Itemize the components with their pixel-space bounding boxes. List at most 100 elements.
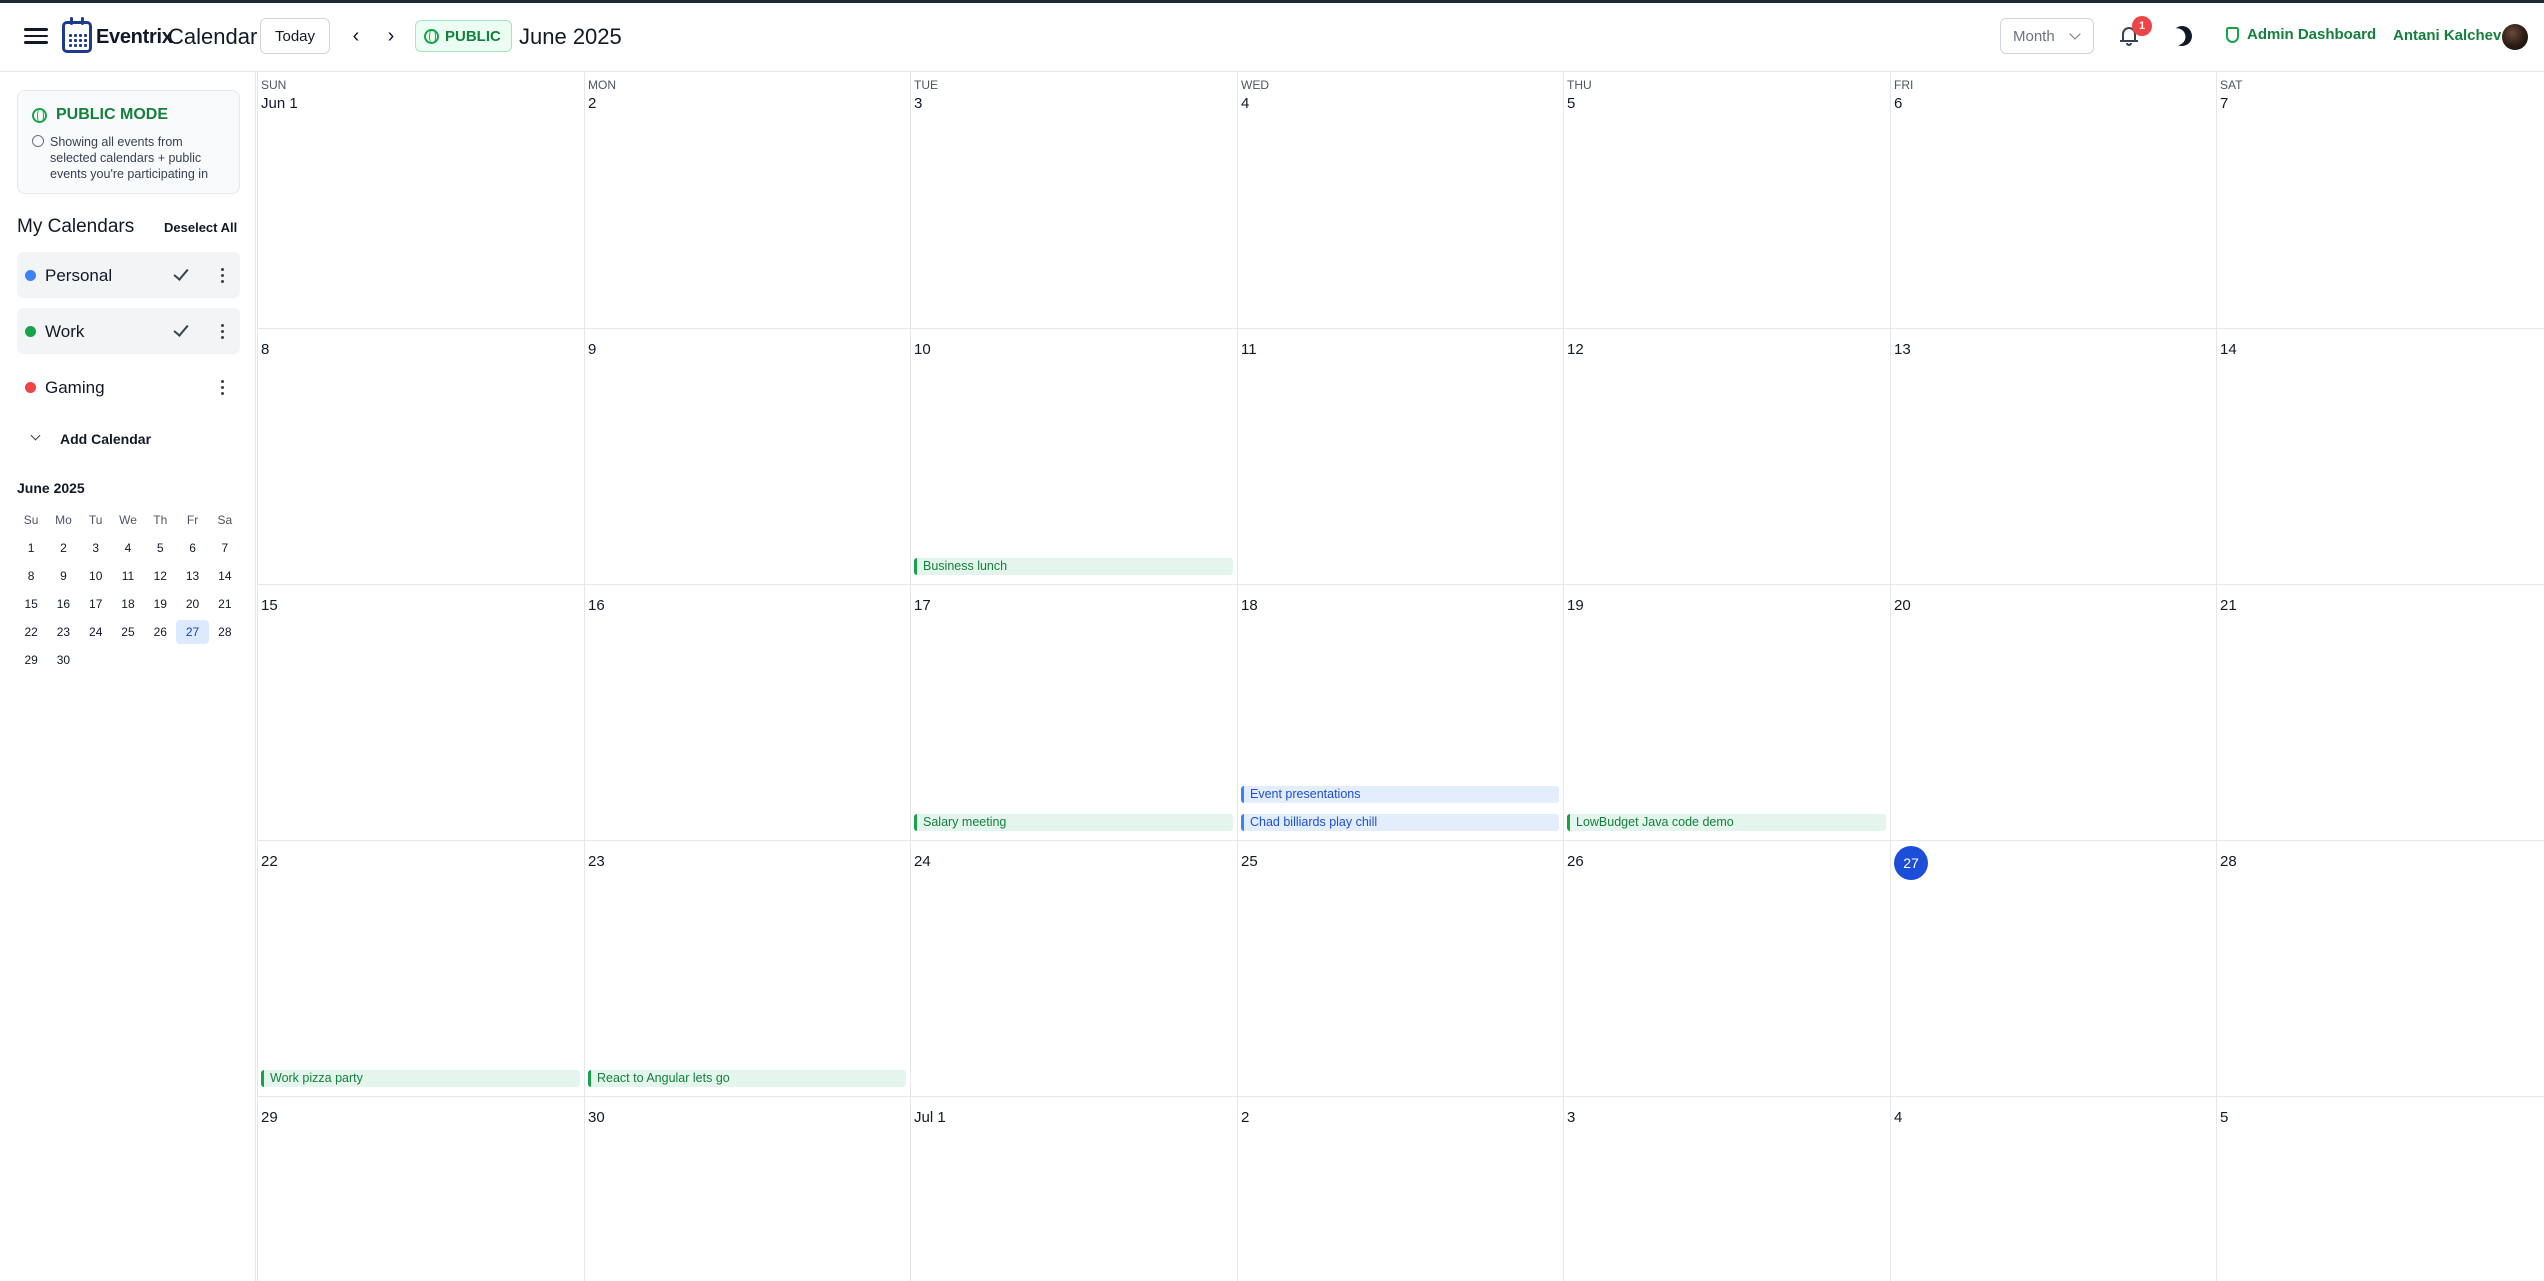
admin-dashboard-link[interactable]: Admin Dashboard xyxy=(2226,26,2376,43)
mini-calendar-day[interactable]: 6 xyxy=(176,536,208,560)
day-cell[interactable]: 17 xyxy=(910,584,1237,840)
mini-calendar-day[interactable]: 21 xyxy=(209,592,241,616)
day-cell[interactable]: 20 xyxy=(1890,584,2216,840)
day-cell[interactable]: 23 xyxy=(584,840,910,1096)
deselect-all-button[interactable]: Deselect All xyxy=(164,220,237,235)
calendar-event[interactable]: Work pizza party xyxy=(261,1070,580,1087)
app-logo[interactable]: Eventrix xyxy=(62,17,173,54)
weekday-header: WED xyxy=(1241,78,1269,92)
day-cell[interactable]: 9 xyxy=(584,328,910,584)
day-cell[interactable]: 30 xyxy=(584,1096,910,1281)
day-cell[interactable]: 26 xyxy=(1563,840,1890,1096)
mini-calendar-day[interactable]: 10 xyxy=(80,564,112,588)
calendar-event[interactable]: Salary meeting xyxy=(914,814,1233,831)
day-cell[interactable]: FRI 6 xyxy=(1890,72,2216,328)
day-cell[interactable]: 29 xyxy=(257,1096,584,1281)
calendar-label: Work xyxy=(45,322,85,341)
mini-calendar-day[interactable]: 27 xyxy=(176,620,209,644)
mini-calendar-day[interactable]: 5 xyxy=(144,536,176,560)
day-cell[interactable]: 22 xyxy=(257,840,584,1096)
menu-icon[interactable] xyxy=(24,24,48,48)
day-number: 29 xyxy=(261,1109,278,1126)
day-cell[interactable]: 4 xyxy=(1890,1096,2216,1281)
mini-calendar-day[interactable]: 3 xyxy=(80,536,112,560)
calendar-event[interactable]: Event presentations xyxy=(1241,786,1559,803)
day-cell[interactable]: 28 xyxy=(2216,840,2544,1096)
mini-calendar-day[interactable]: 15 xyxy=(15,592,47,616)
mini-calendar-day[interactable]: 16 xyxy=(47,592,79,616)
day-cell[interactable]: WED 4 xyxy=(1237,72,1563,328)
moon-icon[interactable] xyxy=(2169,23,2195,49)
mini-calendar-day[interactable]: 22 xyxy=(15,620,47,644)
day-number: Jul 1 xyxy=(914,1109,946,1126)
user-name[interactable]: Antani Kalchev xyxy=(2393,27,2501,44)
mini-calendar-day[interactable]: 26 xyxy=(144,620,176,644)
mini-calendar-day[interactable]: 29 xyxy=(15,648,47,672)
day-cell[interactable]: THU 5 xyxy=(1563,72,1890,328)
add-calendar-toggle[interactable]: Add Calendar xyxy=(17,424,240,454)
calendar-event[interactable]: Business lunch xyxy=(914,558,1233,575)
mini-calendar-day[interactable]: 1 xyxy=(15,536,47,560)
calendar-event[interactable]: Chad billiards play chill xyxy=(1241,814,1559,831)
day-cell[interactable]: 15 xyxy=(257,584,584,840)
day-cell[interactable]: TUE 3 xyxy=(910,72,1237,328)
day-cell[interactable]: 14 xyxy=(2216,328,2544,584)
day-cell[interactable]: 2 xyxy=(1237,1096,1563,1281)
mini-calendar-weekday: Fr xyxy=(186,513,199,527)
day-cell[interactable]: 25 xyxy=(1237,840,1563,1096)
view-select[interactable]: Month xyxy=(2000,18,2094,54)
mini-calendar-day[interactable]: 9 xyxy=(47,564,79,588)
calendar-item-work[interactable]: Work xyxy=(17,308,240,354)
day-cell[interactable]: 27 xyxy=(1890,840,2216,1096)
more-vertical-icon[interactable] xyxy=(213,377,231,397)
calendar-event[interactable]: React to Angular lets go xyxy=(588,1070,906,1087)
more-vertical-icon[interactable] xyxy=(213,265,231,285)
day-cell[interactable]: Jul 1 xyxy=(910,1096,1237,1281)
mini-calendar-day[interactable]: 30 xyxy=(47,648,79,672)
day-cell[interactable]: 8 xyxy=(257,328,584,584)
shield-icon xyxy=(2226,26,2239,43)
day-cell[interactable]: 16 xyxy=(584,584,910,840)
mini-calendar-day[interactable]: 8 xyxy=(15,564,47,588)
day-cell[interactable]: MON 2 xyxy=(584,72,910,328)
globe-icon xyxy=(32,107,47,123)
mini-calendar-day[interactable]: 23 xyxy=(47,620,79,644)
today-indicator[interactable]: 27 xyxy=(1894,846,1928,880)
mini-calendar-day[interactable]: 14 xyxy=(209,564,241,588)
calendar-item-gaming[interactable]: Gaming xyxy=(17,364,240,410)
day-cell[interactable]: 12 xyxy=(1563,328,1890,584)
mini-calendar-day[interactable]: 19 xyxy=(144,592,176,616)
day-cell[interactable]: 5 xyxy=(2216,1096,2544,1281)
day-cell[interactable]: SAT 7 xyxy=(2216,72,2544,328)
day-cell[interactable]: 10 xyxy=(910,328,1237,584)
today-button[interactable]: Today xyxy=(260,18,330,54)
mini-calendar-day[interactable]: 7 xyxy=(209,536,241,560)
mini-calendar-day[interactable]: 13 xyxy=(176,564,208,588)
mini-calendar-day[interactable]: 18 xyxy=(112,592,144,616)
mini-calendar-day[interactable]: 25 xyxy=(112,620,144,644)
day-cell[interactable]: 3 xyxy=(1563,1096,1890,1281)
day-cell[interactable]: 11 xyxy=(1237,328,1563,584)
mini-calendar-day[interactable]: 4 xyxy=(112,536,144,560)
day-cell[interactable]: 21 xyxy=(2216,584,2544,840)
mini-calendar-day[interactable]: 11 xyxy=(112,564,144,588)
mini-calendar-empty xyxy=(144,648,176,672)
calendar-item-personal[interactable]: Personal xyxy=(17,252,240,298)
mini-calendar-day[interactable]: 28 xyxy=(209,620,241,644)
mini-calendar-day[interactable]: 2 xyxy=(47,536,79,560)
day-cell[interactable]: 13 xyxy=(1890,328,2216,584)
day-number: 20 xyxy=(1894,597,1911,614)
day-cell[interactable]: 19 xyxy=(1563,584,1890,840)
mini-calendar-day[interactable]: 17 xyxy=(80,592,112,616)
calendar-event[interactable]: LowBudget Java code demo xyxy=(1567,814,1886,831)
chevron-right-icon[interactable]: › xyxy=(380,24,402,48)
avatar[interactable] xyxy=(2502,24,2528,50)
more-vertical-icon[interactable] xyxy=(213,321,231,341)
mini-calendar-day[interactable]: 20 xyxy=(176,592,208,616)
mini-calendar-day[interactable]: 24 xyxy=(80,620,112,644)
chevron-left-icon[interactable]: ‹ xyxy=(345,24,367,48)
public-mode-badge[interactable]: PUBLIC xyxy=(415,20,512,52)
mini-calendar-day[interactable]: 12 xyxy=(144,564,176,588)
day-cell[interactable]: 24 xyxy=(910,840,1237,1096)
day-cell[interactable]: SUN Jun 1 xyxy=(257,72,584,328)
